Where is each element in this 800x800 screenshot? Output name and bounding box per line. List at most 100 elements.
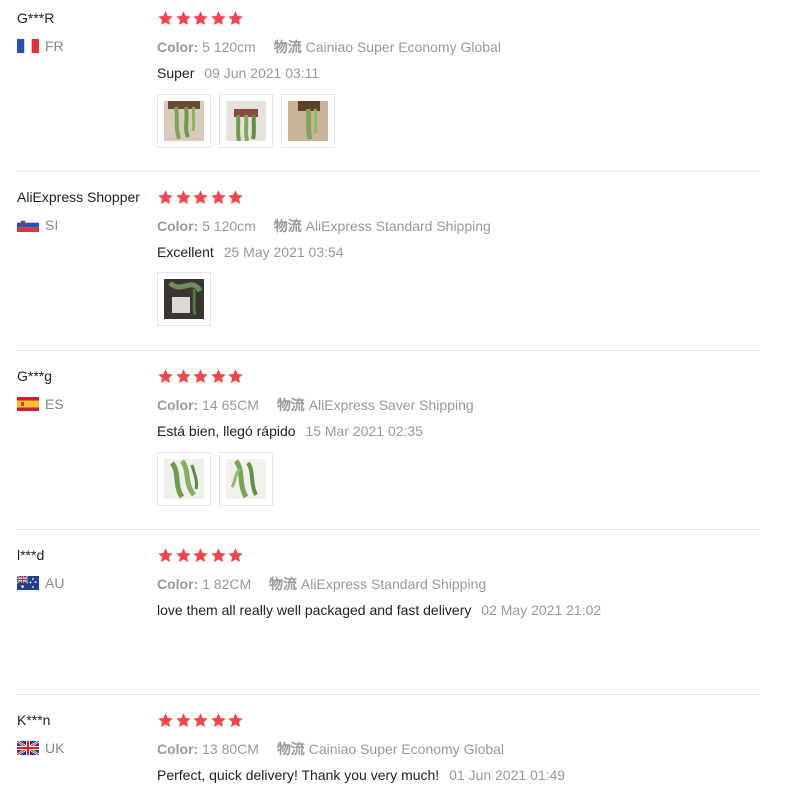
review-photo[interactable]: [281, 94, 335, 148]
shipping-label: 物流: [276, 741, 305, 757]
review-photo[interactable]: [157, 94, 211, 148]
country-code: SI: [45, 217, 59, 233]
reviewer-country: FR: [17, 38, 64, 54]
france-flag-icon: [17, 39, 39, 53]
review-comment: Perfect, quick delivery! Thank you very …: [157, 767, 565, 783]
star-icon: [192, 712, 209, 729]
review-divider: [16, 694, 760, 695]
star-icon: [192, 368, 209, 385]
star-icon: [157, 547, 174, 564]
color-value: 13 80CM: [202, 741, 259, 757]
product-meta: Color: 5 120cm 物流 AliExpress Standard Sh…: [157, 216, 491, 236]
comment-text: love them all really well packaged and f…: [157, 602, 472, 618]
star-icon: [175, 368, 192, 385]
product-meta: Color: 13 80CM 物流 Cainiao Super Economy …: [157, 739, 504, 759]
reviewer-country: SI: [17, 217, 58, 233]
review-photo[interactable]: [157, 272, 211, 326]
reviewer-name: G***g: [17, 368, 53, 384]
star-rating: [157, 547, 245, 564]
shipping-label: 物流: [273, 218, 302, 234]
shipping-label: 物流: [269, 576, 298, 592]
review-date: 02 May 2021 21:02: [481, 602, 602, 618]
star-icon: [192, 547, 209, 564]
star-icon: [175, 712, 192, 729]
color-value: 5 120cm: [202, 218, 256, 234]
review-date: 15 Mar 2021 02:35: [305, 423, 423, 439]
reviewer-country: ES: [17, 396, 64, 412]
review-date: 09 Jun 2021 03:11: [204, 65, 320, 81]
star-icon: [210, 10, 227, 27]
review-photo[interactable]: [219, 94, 273, 148]
color-label: Color:: [157, 576, 199, 592]
star-icon: [157, 189, 174, 206]
reviewer-name: G***R: [17, 10, 55, 26]
color-value: 5 120cm: [202, 39, 256, 55]
star-icon: [227, 189, 244, 206]
product-meta: Color: 14 65CM 物流 AliExpress Saver Shipp…: [157, 395, 474, 415]
review-comment: Está bien, llegó rápido 15 Mar 2021 02:3…: [157, 423, 423, 439]
country-code: FR: [45, 38, 64, 54]
uk-flag-icon: [17, 741, 39, 755]
review-divider: [16, 529, 760, 530]
review-comment: Super 09 Jun 2021 03:11: [157, 65, 319, 81]
review-date: 25 May 2021 03:54: [223, 244, 344, 260]
review-comment: love them all really well packaged and f…: [157, 602, 601, 618]
star-icon: [227, 547, 244, 564]
star-icon: [210, 712, 227, 729]
star-icon: [227, 10, 244, 27]
country-code: AU: [45, 575, 65, 591]
comment-text: Super: [157, 65, 195, 81]
australia-flag-icon: [17, 576, 39, 590]
reviewer-country: AU: [17, 575, 64, 591]
country-code: ES: [45, 396, 64, 412]
star-icon: [192, 189, 209, 206]
slovenia-flag-icon: [17, 218, 39, 232]
shipping-value: AliExpress Saver Shipping: [308, 397, 474, 413]
star-icon: [175, 547, 192, 564]
star-icon: [210, 547, 227, 564]
review-comment: Excellent 25 May 2021 03:54: [157, 244, 344, 260]
star-icon: [227, 712, 244, 729]
star-rating: [157, 189, 245, 206]
review-photo[interactable]: [157, 452, 211, 506]
color-label: Color:: [157, 397, 199, 413]
review-divider: [16, 350, 760, 351]
comment-text: Está bien, llegó rápido: [157, 423, 296, 439]
shipping-label: 物流: [276, 397, 305, 413]
country-code: UK: [45, 740, 65, 756]
shipping-label: 物流: [273, 39, 302, 55]
reviewer-name: K***n: [17, 712, 51, 728]
shipping-value: AliExpress Standard Shipping: [300, 576, 487, 592]
star-icon: [157, 712, 174, 729]
shipping-value: Cainiao Super Economy Global: [308, 741, 505, 757]
review-date: 01 Jun 2021 01:49: [449, 767, 566, 783]
review-photo[interactable]: [219, 452, 273, 506]
reviewer-name: AliExpress Shopper: [17, 189, 140, 205]
color-label: Color:: [157, 741, 199, 757]
comment-text: Excellent: [157, 244, 214, 260]
review-photos: [157, 452, 281, 506]
product-meta: Color: 5 120cm 物流 Cainiao Super Economy …: [157, 37, 501, 57]
star-icon: [227, 368, 244, 385]
color-value: 1 82CM: [202, 576, 252, 592]
review-photos: [157, 94, 343, 148]
product-meta: Color: 1 82CM 物流 AliExpress Standard Shi…: [157, 574, 486, 594]
spain-flag-icon: [17, 397, 39, 411]
star-icon: [175, 10, 192, 27]
star-icon: [157, 10, 174, 27]
reviewer-country: UK: [17, 740, 64, 756]
comment-text: Perfect, quick delivery! Thank you very …: [157, 767, 440, 783]
star-rating: [157, 10, 245, 27]
star-icon: [210, 189, 227, 206]
star-rating: [157, 368, 245, 385]
star-rating: [157, 712, 245, 729]
shipping-value: AliExpress Standard Shipping: [305, 218, 491, 234]
star-icon: [157, 368, 174, 385]
review-divider: [16, 171, 760, 172]
shipping-value: Cainiao Super Economy Global: [305, 39, 501, 55]
star-icon: [175, 189, 192, 206]
review-photos: [157, 272, 219, 326]
star-icon: [192, 10, 209, 27]
reviewer-name: l***d: [17, 547, 45, 563]
star-icon: [210, 368, 227, 385]
